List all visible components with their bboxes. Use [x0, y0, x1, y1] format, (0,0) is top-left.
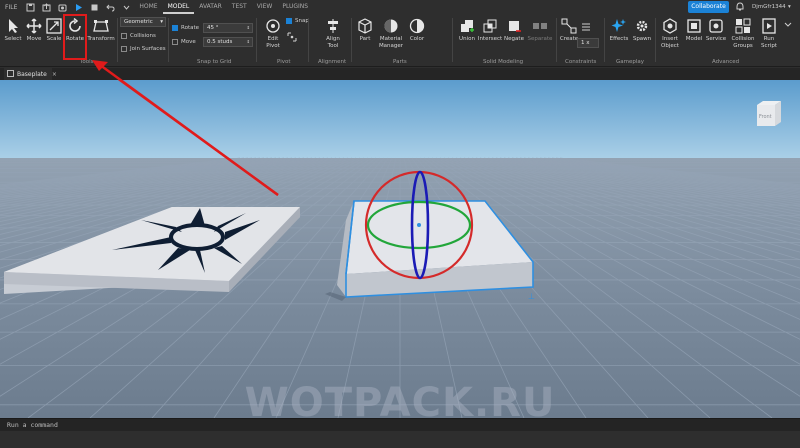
command-input[interactable]: Run a command: [7, 421, 58, 429]
command-bar[interactable]: Run a command: [0, 418, 800, 431]
watermark: WOTPACK.RU: [244, 380, 556, 418]
selection-marker: ⊥: [528, 292, 535, 301]
annotation-arrow-overlay: [92, 60, 279, 196]
status-bar: [0, 431, 800, 448]
